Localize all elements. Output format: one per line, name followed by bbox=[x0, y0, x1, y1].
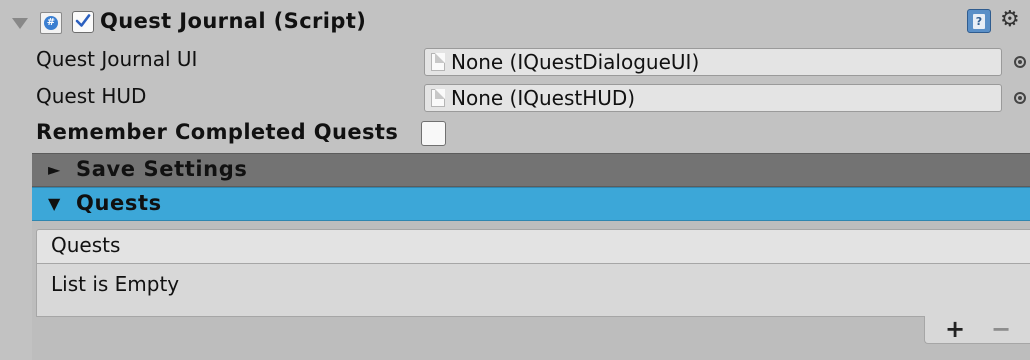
component-enabled-checkbox[interactable] bbox=[72, 11, 94, 33]
remember-completed-quests-checkbox[interactable] bbox=[421, 121, 446, 146]
remove-element-button[interactable]: − bbox=[991, 315, 1011, 343]
quests-foldout[interactable]: ▼ Quests bbox=[32, 187, 1030, 221]
save-settings-title: Save Settings bbox=[76, 157, 248, 181]
csharp-script-icon: # bbox=[40, 12, 62, 34]
quests-list-footer: + − bbox=[924, 315, 1030, 344]
quest-journal-ui-value: None (IQuestDialogueUI) bbox=[451, 50, 700, 74]
quests-list-body: List is Empty bbox=[36, 264, 1030, 317]
object-picker-icon[interactable] bbox=[1014, 92, 1026, 104]
checkmark-icon bbox=[75, 14, 91, 27]
object-picker-icon[interactable] bbox=[1014, 56, 1026, 68]
quests-list-header: Quests bbox=[36, 229, 1030, 264]
help-icon[interactable]: ? bbox=[967, 9, 991, 33]
list-empty-text: List is Empty bbox=[51, 272, 180, 296]
quest-hud-value: None (IQuestHUD) bbox=[451, 86, 636, 110]
document-icon bbox=[431, 53, 445, 71]
quest-journal-ui-field[interactable]: None (IQuestDialogueUI) bbox=[424, 48, 1002, 76]
quests-list-header-label: Quests bbox=[51, 233, 121, 257]
quests-title: Quests bbox=[76, 191, 162, 215]
foldout-arrow-icon[interactable] bbox=[12, 18, 28, 29]
expanded-arrow-icon: ▼ bbox=[48, 194, 61, 213]
component-title: Quest Journal (Script) bbox=[100, 9, 367, 33]
collapsed-arrow-icon: ► bbox=[48, 160, 61, 179]
quest-journal-ui-label: Quest Journal UI bbox=[36, 47, 198, 71]
remember-completed-quests-label: Remember Completed Quests bbox=[36, 120, 399, 144]
save-settings-foldout[interactable]: ► Save Settings bbox=[32, 153, 1030, 187]
quest-hud-label: Quest HUD bbox=[36, 84, 147, 108]
quest-hud-field[interactable]: None (IQuestHUD) bbox=[424, 84, 1002, 112]
gear-icon[interactable]: ⚙ bbox=[1000, 8, 1020, 32]
add-element-button[interactable]: + bbox=[945, 315, 965, 343]
document-icon bbox=[431, 89, 445, 107]
